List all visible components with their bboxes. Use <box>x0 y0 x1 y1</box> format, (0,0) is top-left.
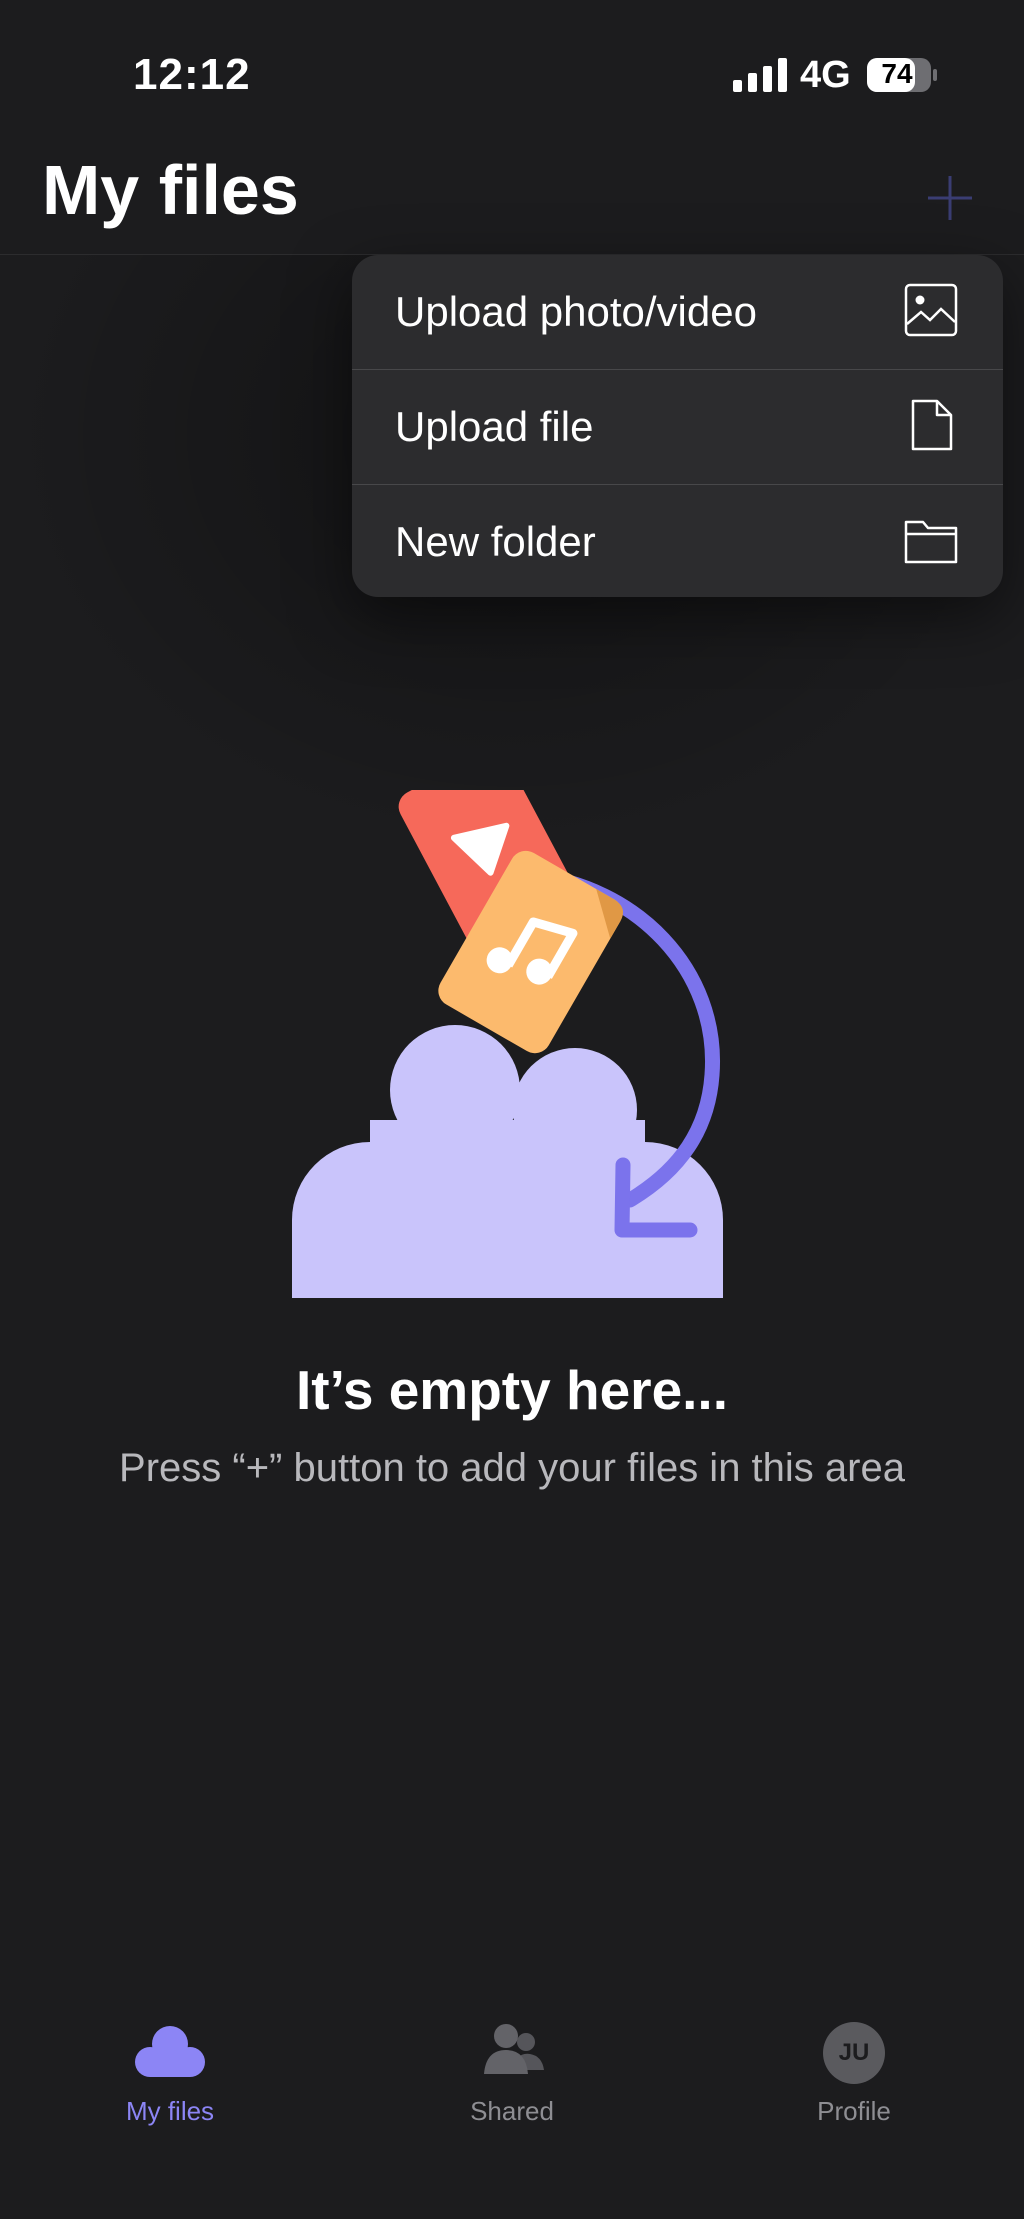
empty-state-subtitle: Press “+” button to add your files in th… <box>119 1446 905 1490</box>
tab-my-files[interactable]: My files <box>0 2000 340 2160</box>
signal-icon <box>733 58 787 92</box>
menu-item-new-folder[interactable]: New folder <box>352 485 1003 597</box>
tab-shared[interactable]: Shared <box>342 2000 682 2160</box>
tab-bar: My files Shared JU Profile <box>0 2000 1024 2219</box>
menu-item-label: New folder <box>395 518 596 565</box>
cloud-icon <box>135 2026 205 2077</box>
tab-label: Profile <box>817 2096 891 2126</box>
cloud-shape <box>292 1025 723 1298</box>
menu-item-label: Upload file <box>395 403 594 450</box>
people-icon <box>484 2024 544 2074</box>
status-bar: 12:12 4G 74 <box>0 0 1024 150</box>
image-icon <box>904 283 958 337</box>
menu-item-upload-photo-video[interactable]: Upload photo/video <box>352 255 1003 370</box>
tab-label: Shared <box>470 2096 554 2126</box>
tab-label: My files <box>125 2096 215 2126</box>
battery-level: 74 <box>881 58 913 89</box>
add-menu: Upload photo/video Upload file New folde… <box>352 255 1003 597</box>
network-type: 4G <box>800 54 851 96</box>
avatar: JU <box>823 2022 885 2084</box>
add-button[interactable] <box>918 166 982 230</box>
menu-item-upload-file[interactable]: Upload file <box>352 370 1003 485</box>
menu-item-label: Upload photo/video <box>395 288 757 335</box>
header: My files <box>0 150 1024 255</box>
empty-state-title: It’s empty here... <box>296 1359 728 1421</box>
status-time: 12:12 <box>133 50 251 99</box>
file-icon <box>911 399 953 451</box>
page-title: My files <box>42 151 299 229</box>
empty-state-illustration <box>292 790 723 1298</box>
folder-icon <box>904 520 958 564</box>
tab-profile[interactable]: JU Profile <box>684 2000 1024 2160</box>
